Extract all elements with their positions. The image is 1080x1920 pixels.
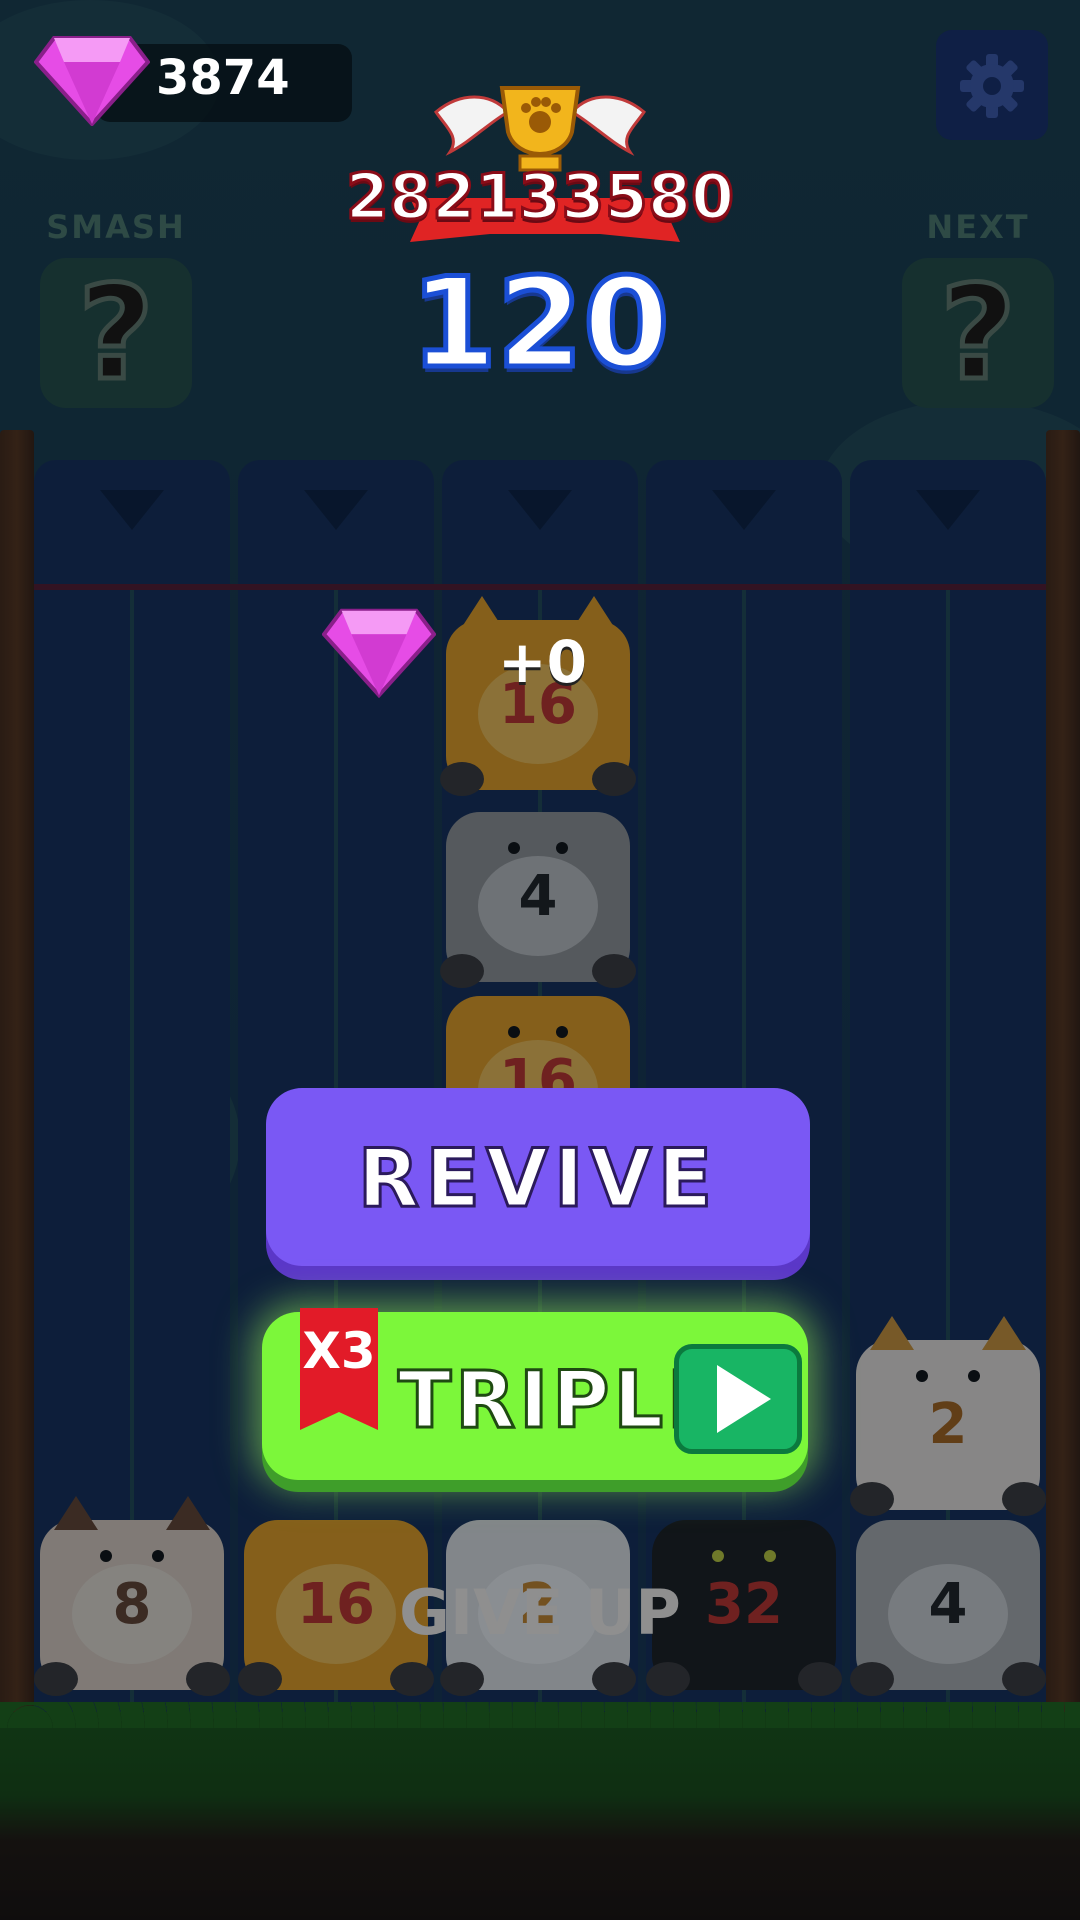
smash-slot[interactable]: ? [40,258,192,408]
reward-gem-icon [322,608,436,698]
top-hud: 3874 282133580 SMASH ? NEXT ? 120 [0,0,1080,420]
smash-label: SMASH [46,208,186,246]
revive-button[interactable]: REVIVE [266,1088,810,1266]
x3-badge: X3 [300,1308,378,1430]
gem-reward-text: +0 [498,628,587,696]
give-up-button[interactable]: GIVE UP [360,1576,720,1649]
triple-button[interactable]: X3 TRIPLE [262,1308,808,1480]
next-slot: ? [902,258,1054,408]
revive-label: REVIVE [356,1131,719,1227]
next-label: NEXT [926,208,1030,246]
settings-button[interactable] [936,30,1048,140]
current-score: 120 [408,252,672,396]
next-question-mark: ? [938,257,1018,409]
smash-question-mark: ? [76,257,156,409]
gem-count: 3874 [156,50,290,106]
play-video-icon [674,1344,802,1454]
best-score: 282133580 [344,159,735,235]
gear-icon [960,54,1024,118]
gem-icon [34,36,150,126]
x3-badge-text: X3 [302,1322,376,1380]
